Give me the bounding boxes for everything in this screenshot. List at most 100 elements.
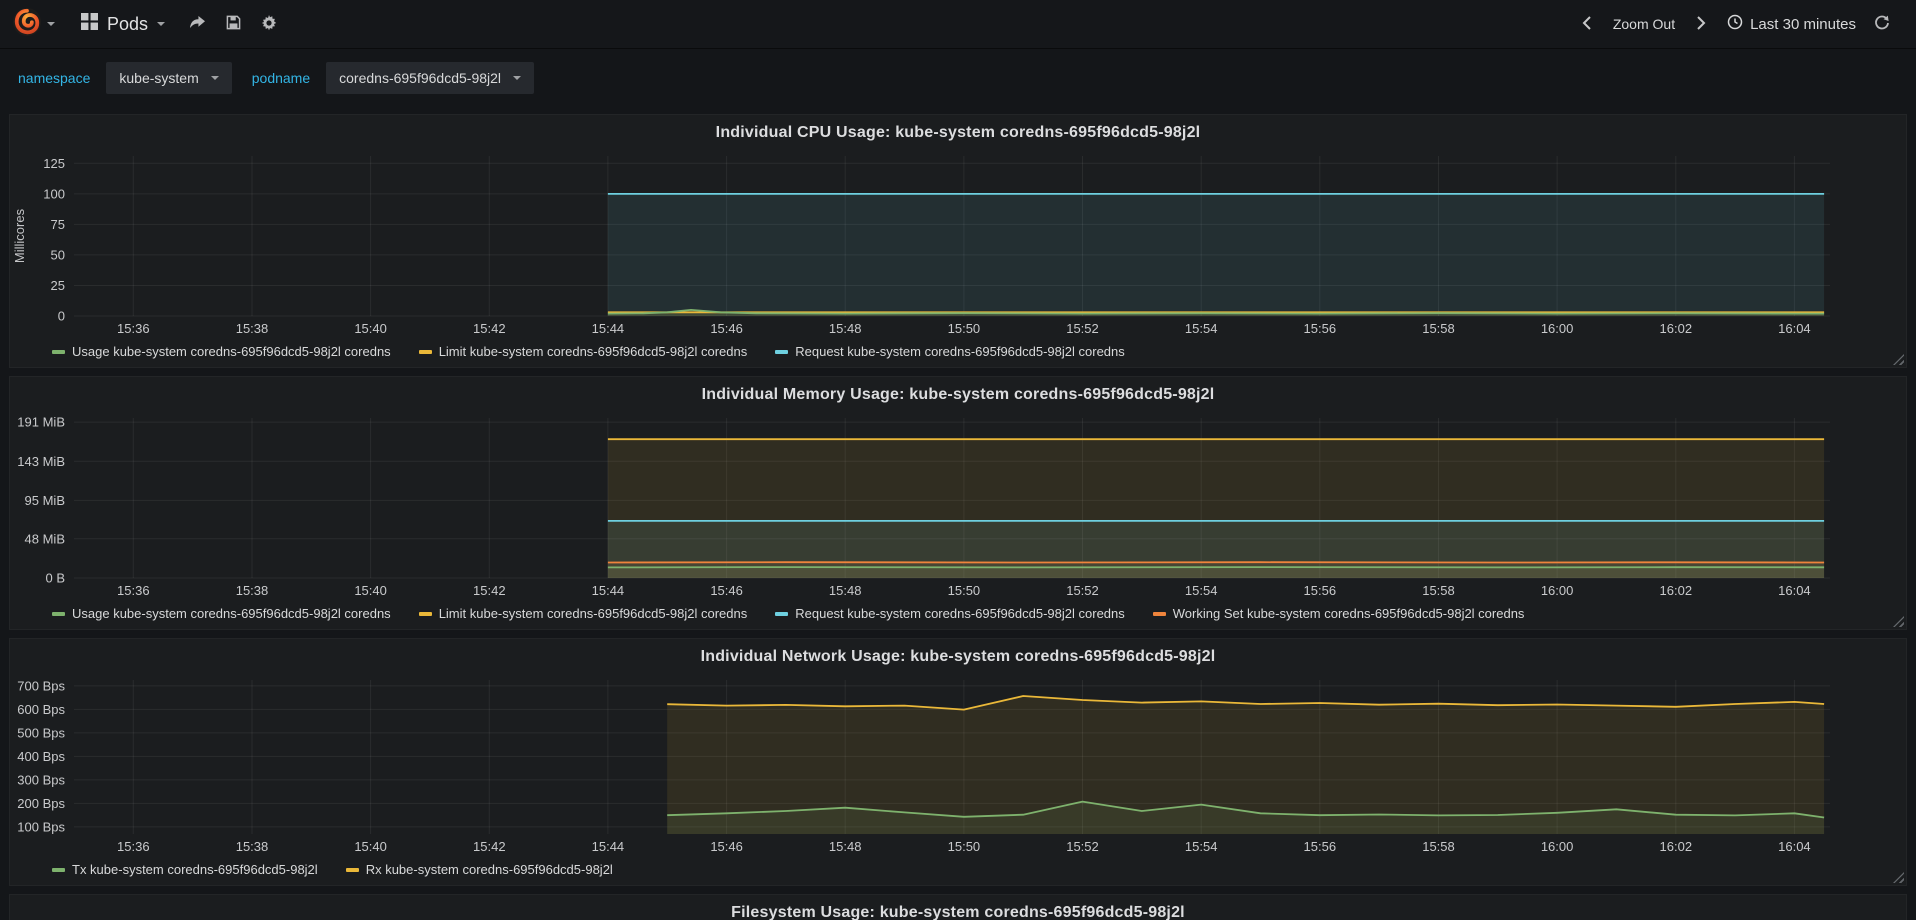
svg-text:15:46: 15:46 — [710, 583, 743, 598]
legend-label: Usage kube-system coredns-695f96dcd5-98j… — [72, 606, 391, 621]
save-button[interactable] — [215, 6, 251, 42]
svg-text:15:36: 15:36 — [117, 839, 150, 854]
svg-text:15:46: 15:46 — [710, 321, 743, 336]
legend-color-swatch — [775, 349, 789, 354]
legend-item[interactable]: Usage kube-system coredns-695f96dcd5-98j… — [52, 344, 391, 359]
legend-item[interactable]: Tx kube-system coredns-695f96dcd5-98j2l — [52, 862, 318, 877]
network-legend: Tx kube-system coredns-695f96dcd5-98j2l R… — [10, 858, 1906, 882]
svg-text:15:48: 15:48 — [829, 321, 862, 336]
svg-text:95 MiB: 95 MiB — [25, 493, 65, 508]
legend-item[interactable]: Working Set kube-system coredns-695f96dc… — [1152, 606, 1525, 621]
variable-podname-value: coredns-695f96dcd5-98j2l — [339, 70, 502, 86]
caret-down-icon — [513, 76, 522, 80]
chart-svg: 15:36 15:38 15:40 15:42 15:44 15:46 15:48 15:50… — [12, 156, 1830, 336]
legend-item[interactable]: Limit kube-system coredns-695f96dcd5-98j… — [418, 344, 747, 359]
svg-text:25: 25 — [51, 278, 65, 293]
variable-namespace-dropdown[interactable]: kube-system — [106, 62, 232, 94]
network-usage-chart[interactable]: 15:36 15:38 15:40 15:42 15:44 15:46 15:48 15:50… — [10, 672, 1906, 858]
svg-text:16:00: 16:00 — [1541, 321, 1574, 336]
svg-text:16:00: 16:00 — [1541, 839, 1574, 854]
chart-svg: 15:36 15:38 15:40 15:42 15:44 15:46 15:48 15:50… — [17, 678, 1830, 854]
svg-text:0 B: 0 B — [45, 571, 65, 586]
chevron-right-icon — [1696, 15, 1706, 34]
legend-color-swatch — [52, 611, 65, 616]
cpu-usage-chart[interactable]: 15:36 15:38 15:40 15:42 15:44 15:46 15:48 15:50… — [10, 148, 1906, 340]
panel-cpu: Individual CPU Usage: kube-system coredn… — [9, 114, 1907, 368]
variable-namespace-label: namespace — [18, 70, 91, 86]
svg-text:16:02: 16:02 — [1660, 583, 1693, 598]
legend-item[interactable]: Request kube-system coredns-695f96dcd5-9… — [775, 344, 1125, 359]
svg-text:15:56: 15:56 — [1304, 583, 1337, 598]
dashboard-picker[interactable]: Pods — [67, 5, 179, 43]
clock-icon — [1727, 14, 1743, 34]
panel-memory: Individual Memory Usage: kube-system cor… — [9, 376, 1907, 630]
svg-text:16:00: 16:00 — [1541, 583, 1574, 598]
svg-text:15:56: 15:56 — [1304, 321, 1337, 336]
dashboard-picker-caret-icon — [157, 22, 166, 26]
legend-label: Request kube-system coredns-695f96dcd5-9… — [795, 606, 1125, 621]
time-forward-button[interactable] — [1683, 6, 1719, 42]
svg-text:15:52: 15:52 — [1066, 321, 1099, 336]
panel-title-network[interactable]: Individual Network Usage: kube-system co… — [10, 642, 1906, 672]
refresh-icon — [1874, 15, 1890, 34]
panel-title-cpu[interactable]: Individual CPU Usage: kube-system coredn… — [10, 118, 1906, 148]
svg-text:15:42: 15:42 — [473, 321, 506, 336]
svg-text:16:04: 16:04 — [1778, 321, 1811, 336]
legend-label: Request kube-system coredns-695f96dcd5-9… — [795, 344, 1125, 359]
svg-text:15:58: 15:58 — [1422, 583, 1455, 598]
svg-text:48 MiB: 48 MiB — [25, 531, 65, 546]
legend-color-swatch — [418, 349, 432, 354]
svg-text:15:38: 15:38 — [236, 839, 269, 854]
chevron-left-icon — [1582, 15, 1592, 34]
svg-text:15:50: 15:50 — [948, 321, 981, 336]
variable-podname-dropdown[interactable]: coredns-695f96dcd5-98j2l — [326, 62, 535, 94]
chart-svg: 15:36 15:38 15:40 15:42 15:44 15:46 15:48 15:50… — [17, 415, 1830, 598]
legend-label: Tx kube-system coredns-695f96dcd5-98j2l — [72, 862, 318, 877]
legend-color-swatch — [345, 867, 359, 872]
memory-usage-chart[interactable]: 15:36 15:38 15:40 15:42 15:44 15:46 15:48 15:50… — [10, 410, 1906, 602]
svg-text:15:50: 15:50 — [948, 583, 981, 598]
gear-icon — [261, 14, 277, 34]
zoom-out-button[interactable]: Zoom Out — [1607, 8, 1681, 40]
svg-text:15:48: 15:48 — [829, 583, 862, 598]
legend-item[interactable]: Limit kube-system coredns-695f96dcd5-98j… — [418, 606, 748, 621]
svg-text:15:54: 15:54 — [1185, 839, 1218, 854]
legend-item[interactable]: Usage kube-system coredns-695f96dcd5-98j… — [52, 606, 391, 621]
svg-text:15:40: 15:40 — [354, 321, 387, 336]
svg-text:75: 75 — [51, 217, 65, 232]
legend-label: Rx kube-system coredns-695f96dcd5-98j2l — [365, 862, 613, 877]
save-icon — [226, 15, 241, 33]
svg-text:15:40: 15:40 — [354, 839, 387, 854]
legend-item[interactable]: Rx kube-system coredns-695f96dcd5-98j2l — [345, 862, 613, 877]
svg-text:15:56: 15:56 — [1304, 839, 1337, 854]
svg-text:15:42: 15:42 — [473, 839, 506, 854]
svg-text:Millicores: Millicores — [12, 208, 27, 263]
svg-text:15:50: 15:50 — [948, 839, 981, 854]
svg-text:400 Bps: 400 Bps — [17, 749, 65, 764]
svg-text:15:46: 15:46 — [710, 839, 743, 854]
legend-color-swatch — [52, 867, 65, 872]
grafana-flame-icon — [12, 7, 42, 42]
svg-text:15:54: 15:54 — [1185, 583, 1218, 598]
svg-text:15:52: 15:52 — [1066, 839, 1099, 854]
panel-title-memory[interactable]: Individual Memory Usage: kube-system cor… — [10, 380, 1906, 410]
legend-item[interactable]: Request kube-system coredns-695f96dcd5-9… — [775, 606, 1125, 621]
memory-legend: Usage kube-system coredns-695f96dcd5-98j… — [10, 602, 1906, 626]
share-button[interactable] — [179, 6, 215, 42]
dashboard-panels: Individual CPU Usage: kube-system coredn… — [0, 106, 1916, 920]
time-range-button[interactable]: Last 30 minutes — [1721, 6, 1862, 42]
panel-title-filesystem[interactable]: Filesystem Usage: kube-system coredns-69… — [10, 898, 1906, 920]
svg-text:15:44: 15:44 — [592, 321, 625, 336]
dashboard-grid-icon — [81, 13, 98, 35]
settings-button[interactable] — [251, 6, 287, 42]
refresh-button[interactable] — [1864, 6, 1900, 42]
legend-label: Working Set kube-system coredns-695f96dc… — [1172, 606, 1525, 621]
svg-text:200 Bps: 200 Bps — [17, 796, 65, 811]
grafana-logo[interactable] — [8, 7, 67, 42]
legend-label: Limit kube-system coredns-695f96dcd5-98j… — [438, 606, 748, 621]
variable-podname: podname coredns-695f96dcd5-98j2l — [248, 62, 535, 94]
svg-text:16:04: 16:04 — [1778, 583, 1811, 598]
svg-text:16:02: 16:02 — [1660, 839, 1693, 854]
time-back-button[interactable] — [1569, 6, 1605, 42]
svg-text:500 Bps: 500 Bps — [17, 725, 65, 740]
